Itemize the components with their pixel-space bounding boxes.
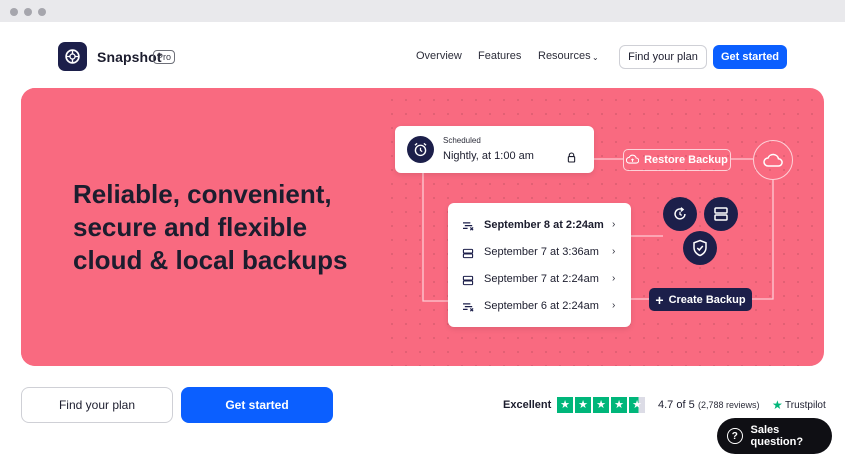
refresh-clock-icon: [663, 197, 697, 231]
scheduled-time: Nightly, at 1:00 am: [443, 150, 534, 162]
database-icon: [704, 197, 738, 231]
star-icon: ★: [557, 397, 573, 413]
star-icon: ★: [593, 397, 609, 413]
star-icon: ★: [575, 397, 591, 413]
server-icon: [462, 273, 474, 291]
question-icon: ?: [727, 428, 743, 444]
window-close-dot[interactable]: [10, 8, 18, 16]
backup-row[interactable]: September 8 at 2:24am ›: [448, 211, 631, 238]
chevron-right-icon: ›: [612, 219, 616, 230]
create-backup-label: Create Backup: [668, 293, 746, 306]
backup-row-label: September 6 at 2:24am: [484, 300, 599, 312]
alarm-clock-icon: [407, 136, 434, 163]
server-icon: [462, 246, 474, 264]
create-backup-button[interactable]: + Create Backup: [649, 288, 752, 311]
trustpilot-reviews[interactable]: (2,788 reviews): [698, 400, 760, 410]
backup-row-label: September 7 at 3:36am: [484, 246, 599, 258]
site-header: Snapshot Pro Overview Features Resources…: [0, 22, 845, 90]
header-find-plan-button[interactable]: Find your plan: [619, 45, 707, 69]
star-icon: ★: [629, 397, 645, 413]
star-icon: ★: [611, 397, 627, 413]
backup-row-label: September 7 at 2:24am: [484, 273, 599, 285]
hero-banner: Reliable, convenient, secure and flexibl…: [21, 88, 824, 366]
backup-row-label: September 8 at 2:24am: [484, 219, 604, 231]
window-minimize-dot[interactable]: [24, 8, 32, 16]
restore-backup-label: Restore Backup: [644, 154, 728, 166]
chevron-right-icon: ›: [612, 300, 616, 311]
cloud-upload-icon: [626, 154, 640, 167]
shield-check-icon: [683, 231, 717, 265]
nav-resources[interactable]: Resources: [538, 50, 591, 62]
backup-row[interactable]: September 7 at 2:24am ›: [448, 265, 631, 292]
trustpilot-score: 4.7 of 5: [658, 399, 695, 411]
chevron-right-icon: ›: [612, 273, 616, 284]
get-started-button[interactable]: Get started: [181, 387, 333, 423]
brand-name[interactable]: Snapshot: [97, 49, 162, 65]
sales-question-label: Sales question?: [750, 424, 804, 448]
trustpilot-logo[interactable]: Trustpilot: [785, 400, 826, 411]
nav-features[interactable]: Features: [478, 50, 521, 62]
cloud-backup-icon: [462, 300, 475, 318]
scheduled-card[interactable]: Scheduled Nightly, at 1:00 am: [395, 126, 594, 173]
plus-icon: +: [655, 291, 664, 308]
backup-list-card: September 8 at 2:24am › September 7 at 3…: [448, 203, 631, 327]
header-get-started-button[interactable]: Get started: [713, 45, 787, 69]
trustpilot-star-icon: ★: [772, 398, 783, 412]
find-plan-button[interactable]: Find your plan: [21, 387, 173, 423]
restore-backup-button[interactable]: Restore Backup: [623, 149, 731, 171]
window-maximize-dot[interactable]: [38, 8, 46, 16]
nav-overview[interactable]: Overview: [416, 50, 462, 62]
scheduled-title: Scheduled: [443, 136, 481, 145]
pro-badge: Pro: [153, 50, 176, 64]
chevron-right-icon: ›: [612, 246, 616, 257]
cloud-backup-icon: [462, 219, 475, 237]
backup-row[interactable]: September 6 at 2:24am ›: [448, 292, 631, 319]
browser-title-bar: [0, 0, 845, 22]
chevron-down-icon[interactable]: ⌄: [592, 53, 599, 62]
lock-icon: [567, 150, 576, 168]
cloud-icon: [753, 140, 793, 180]
trustpilot-stars: ★ ★ ★ ★ ★: [557, 397, 645, 413]
snapshot-logo-icon[interactable]: [58, 42, 87, 71]
sales-question-button[interactable]: ? Sales question?: [717, 418, 832, 454]
trustpilot-excellent: Excellent: [503, 399, 552, 411]
backup-row[interactable]: September 7 at 3:36am ›: [448, 238, 631, 265]
